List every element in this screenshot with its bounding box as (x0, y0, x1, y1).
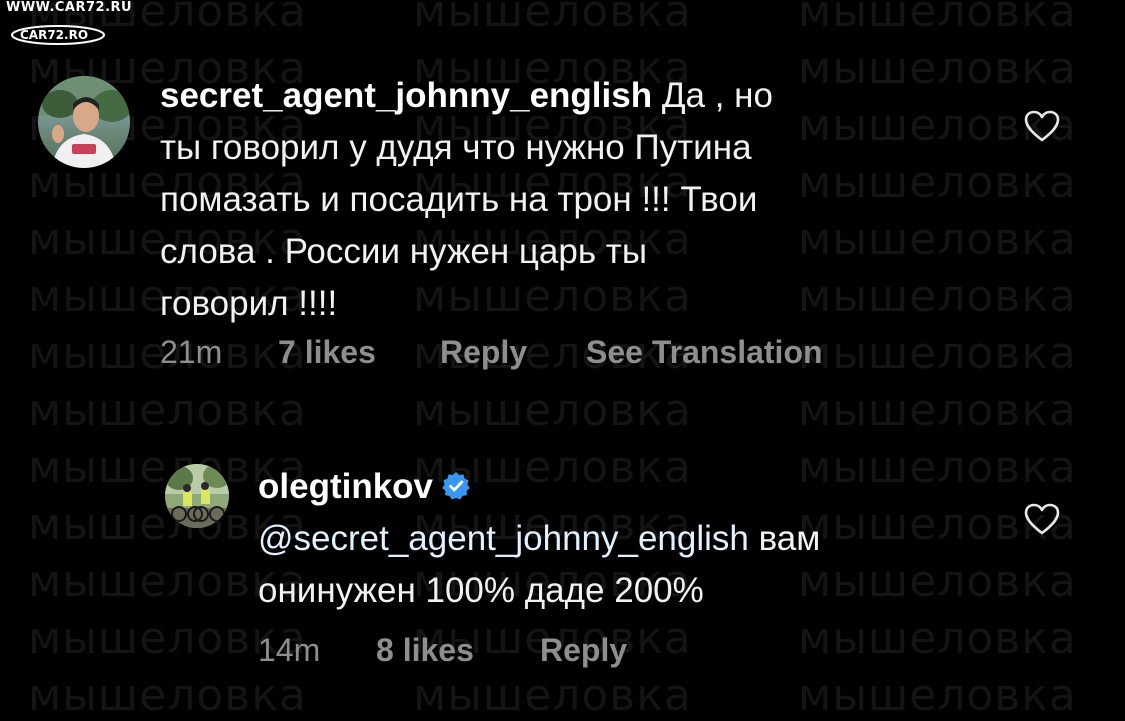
avatar[interactable] (38, 76, 130, 168)
comment-username[interactable]: olegtinkov (258, 467, 433, 506)
comment-meta: 14m 8 likes Reply (258, 632, 627, 669)
see-translation-button[interactable]: See Translation (586, 334, 823, 371)
site-badge-text: CAR72.RO (20, 28, 89, 42)
likes-link[interactable]: 8 likes (376, 632, 540, 669)
verified-badge-icon (442, 472, 470, 500)
comment-meta: 21m 7 likes Reply See Translation (160, 334, 823, 371)
reply-button[interactable]: Reply (440, 334, 586, 371)
watermark-text: мышеловка (413, 670, 692, 721)
comment-line: ты говорил у дудя что нужно Путина (160, 128, 752, 167)
comment-username[interactable]: secret_agent_johnny_english (160, 76, 652, 115)
watermark-text: мышеловка (798, 556, 1077, 607)
watermark-text: мышеловка (798, 670, 1077, 721)
watermark-text: мышеловка (798, 613, 1077, 664)
comment-text-start: Да , но (661, 76, 773, 115)
watermark-text: мышеловка (28, 670, 307, 721)
watermark-text: мышеловка (798, 442, 1077, 493)
comment-time: 21m (160, 334, 223, 370)
watermark-text: мышеловка (798, 214, 1077, 265)
watermark-text: мышеловка (798, 43, 1077, 94)
reply-button[interactable]: Reply (540, 632, 627, 669)
comment-text: olegtinkov @secret_agent_johnny_english … (258, 461, 820, 617)
watermark-text: мышеловка (798, 271, 1077, 322)
comment-line: онинужен 100% даде 200% (258, 571, 704, 610)
mention-link[interactable]: @secret_agent_johnny_english (258, 519, 749, 558)
comment-text: secret_agent_johnny_english Да , но ты г… (160, 70, 773, 330)
watermark-text: мышеловка (413, 385, 692, 436)
comment-time: 14m (258, 632, 321, 668)
comment-line: говорил !!!! (160, 284, 338, 323)
watermark-text: мышеловка (798, 328, 1077, 379)
watermark-text: мышеловка (413, 0, 692, 37)
comment-line: помазать и посадить на трон !!! Твои (160, 180, 758, 219)
comment-text-end: вам (748, 519, 821, 558)
watermark-text: мышеловка (798, 385, 1077, 436)
heart-outline-icon[interactable] (1024, 110, 1060, 142)
heart-outline-icon[interactable] (1024, 503, 1060, 535)
avatar[interactable] (165, 464, 229, 528)
site-logo: WWW.CAR72.RU CAR72.RO (6, 0, 132, 48)
comment-line: слова . России нужен царь ты (160, 232, 647, 271)
watermark-text: мышеловка (798, 0, 1077, 37)
site-url: WWW.CAR72.RU (6, 0, 133, 15)
watermark-text: мышеловка (28, 385, 307, 436)
likes-link[interactable]: 7 likes (278, 334, 440, 371)
watermark-text: мышеловка (798, 157, 1077, 208)
